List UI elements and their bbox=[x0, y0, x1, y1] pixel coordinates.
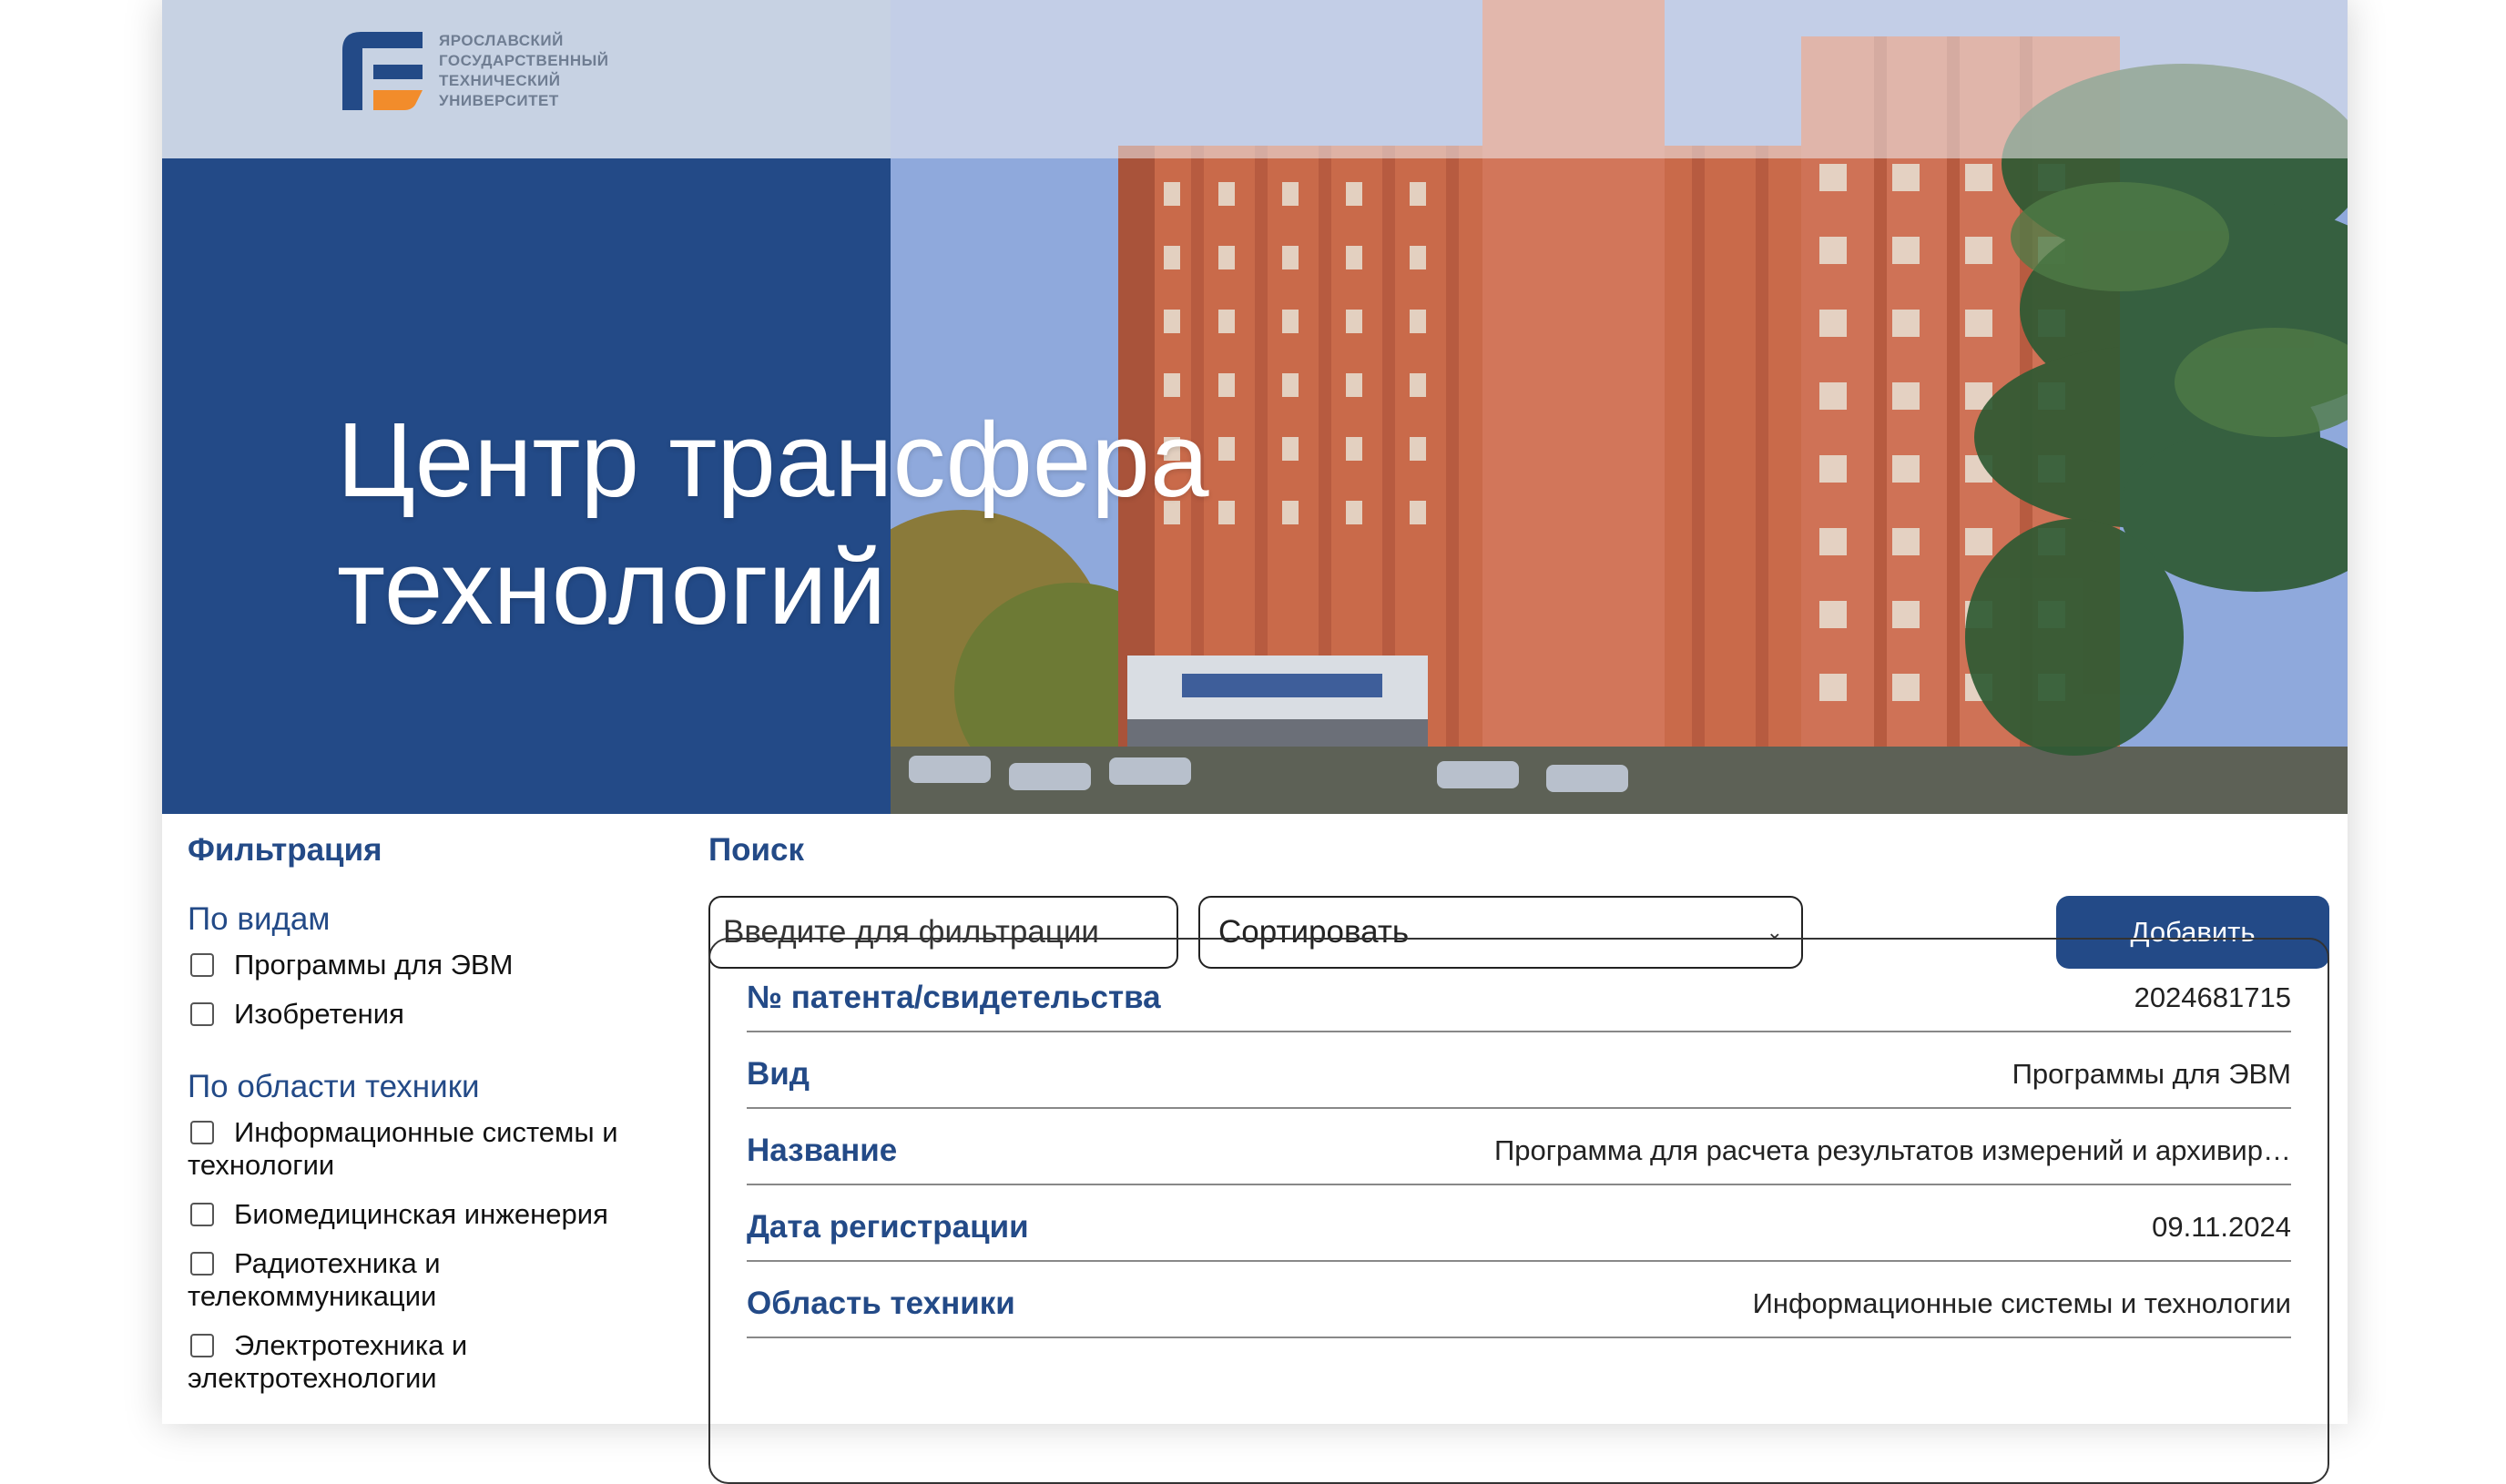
filter-group-by-field-title: По области техники bbox=[188, 1069, 480, 1104]
page-title: Центр трансфера технологий bbox=[337, 401, 1209, 646]
record-row-patent-number: № патента/свидетельства 2024681715 bbox=[747, 956, 2291, 1032]
filter-group-by-type-title: По видам bbox=[188, 901, 331, 937]
record-row-field: Область техники Информационные системы и… bbox=[747, 1262, 2291, 1338]
record-row-registration-date: Дата регистрации 09.11.2024 bbox=[747, 1185, 2291, 1262]
checkbox[interactable] bbox=[190, 1203, 214, 1226]
logo-text: ЯРОСЛАВСКИЙ ГОСУДАРСТВЕННЫЙ ТЕХНИЧЕСКИЙ … bbox=[439, 32, 609, 109]
filter-heading: Фильтрация bbox=[188, 832, 382, 868]
filter-option-inventions[interactable]: Изобретения bbox=[188, 998, 661, 1031]
record-card[interactable]: № патента/свидетельства 2024681715 Вид П… bbox=[708, 938, 2329, 1484]
record-row-type: Вид Программы для ЭВМ bbox=[747, 1032, 2291, 1109]
search-heading: Поиск bbox=[708, 832, 805, 868]
checkbox[interactable] bbox=[190, 1252, 214, 1276]
checkbox[interactable] bbox=[190, 953, 214, 977]
filter-option-biomedical[interactable]: Биомедицинская инженерия bbox=[188, 1198, 661, 1231]
filter-option-radio[interactable]: Радиотехника и телекоммуникации bbox=[188, 1247, 661, 1313]
checkbox[interactable] bbox=[190, 1121, 214, 1144]
checkbox[interactable] bbox=[190, 1002, 214, 1026]
record-row-name: Название Программа для расчета результат… bbox=[747, 1109, 2291, 1185]
university-logo[interactable]: ЯРОСЛАВСКИЙ ГОСУДАРСТВЕННЫЙ ТЕХНИЧЕСКИЙ … bbox=[342, 31, 608, 111]
checkbox[interactable] bbox=[190, 1334, 214, 1357]
filter-option-programs[interactable]: Программы для ЭВМ bbox=[188, 949, 661, 981]
main-content: Фильтрация По видам Программы для ЭВМ Из… bbox=[162, 814, 2348, 1484]
hero-banner: ЯРОСЛАВСКИЙ ГОСУДАРСТВЕННЫЙ ТЕХНИЧЕСКИЙ … bbox=[162, 0, 2348, 814]
search-area: Поиск Сортировать ⌄ Добавить № патента/с… bbox=[708, 832, 2329, 1484]
filter-option-info-systems[interactable]: Информационные системы и технологии bbox=[188, 1116, 661, 1182]
filter-sidebar: Фильтрация По видам Программы для ЭВМ Из… bbox=[188, 832, 661, 1411]
logo-mark-icon bbox=[342, 32, 423, 110]
filter-option-electro[interactable]: Электротехника и электротехнологии bbox=[188, 1329, 661, 1395]
